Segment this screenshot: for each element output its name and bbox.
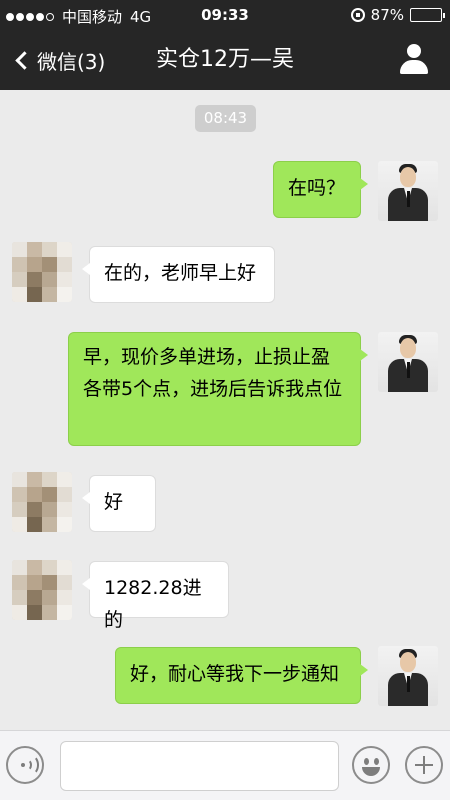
voice-icon[interactable] [6, 746, 44, 784]
message-bubble-incoming[interactable]: 在的，老师早上好 [82, 246, 275, 303]
message-bubble-outgoing[interactable]: 在吗？ [273, 161, 368, 218]
contact-avatar[interactable] [12, 242, 72, 302]
chat-area[interactable]: 08:43 在吗？ 在的，老师早上好 早，现价多单进场，止损止盈各带5个点，进场… [0, 90, 450, 730]
message-timestamp: 08:43 [195, 105, 256, 132]
battery-percent: 87% [370, 6, 404, 24]
message-bubble-incoming[interactable]: 1282.28进的 [82, 561, 229, 631]
message-bubble-incoming[interactable]: 好 [82, 475, 156, 532]
chat-title: 实仓12万—吴 [156, 47, 294, 72]
emoji-icon[interactable] [352, 746, 390, 784]
status-bar: 中国移动 4G 09:33 87% [0, 0, 450, 30]
chat-header: 微信(3) 实仓12万—吴 [0, 30, 450, 90]
message-input[interactable] [60, 741, 339, 791]
lock-rotation-icon [350, 8, 365, 22]
status-right: 87% [350, 6, 445, 24]
message-bubble-outgoing[interactable]: 好，耐心等我下一步通知 [115, 647, 368, 704]
contact-avatar[interactable] [12, 560, 72, 620]
profile-icon[interactable] [400, 44, 428, 74]
my-avatar[interactable] [378, 161, 438, 221]
message-bubble-outgoing[interactable]: 早，现价多单进场，止损止盈各带5个点，进场后告诉我点位 [68, 332, 368, 446]
plus-icon[interactable] [405, 746, 443, 784]
input-bar [0, 730, 450, 800]
my-avatar[interactable] [378, 332, 438, 392]
my-avatar[interactable] [378, 646, 438, 706]
battery-icon [410, 8, 445, 22]
contact-avatar[interactable] [12, 472, 72, 532]
